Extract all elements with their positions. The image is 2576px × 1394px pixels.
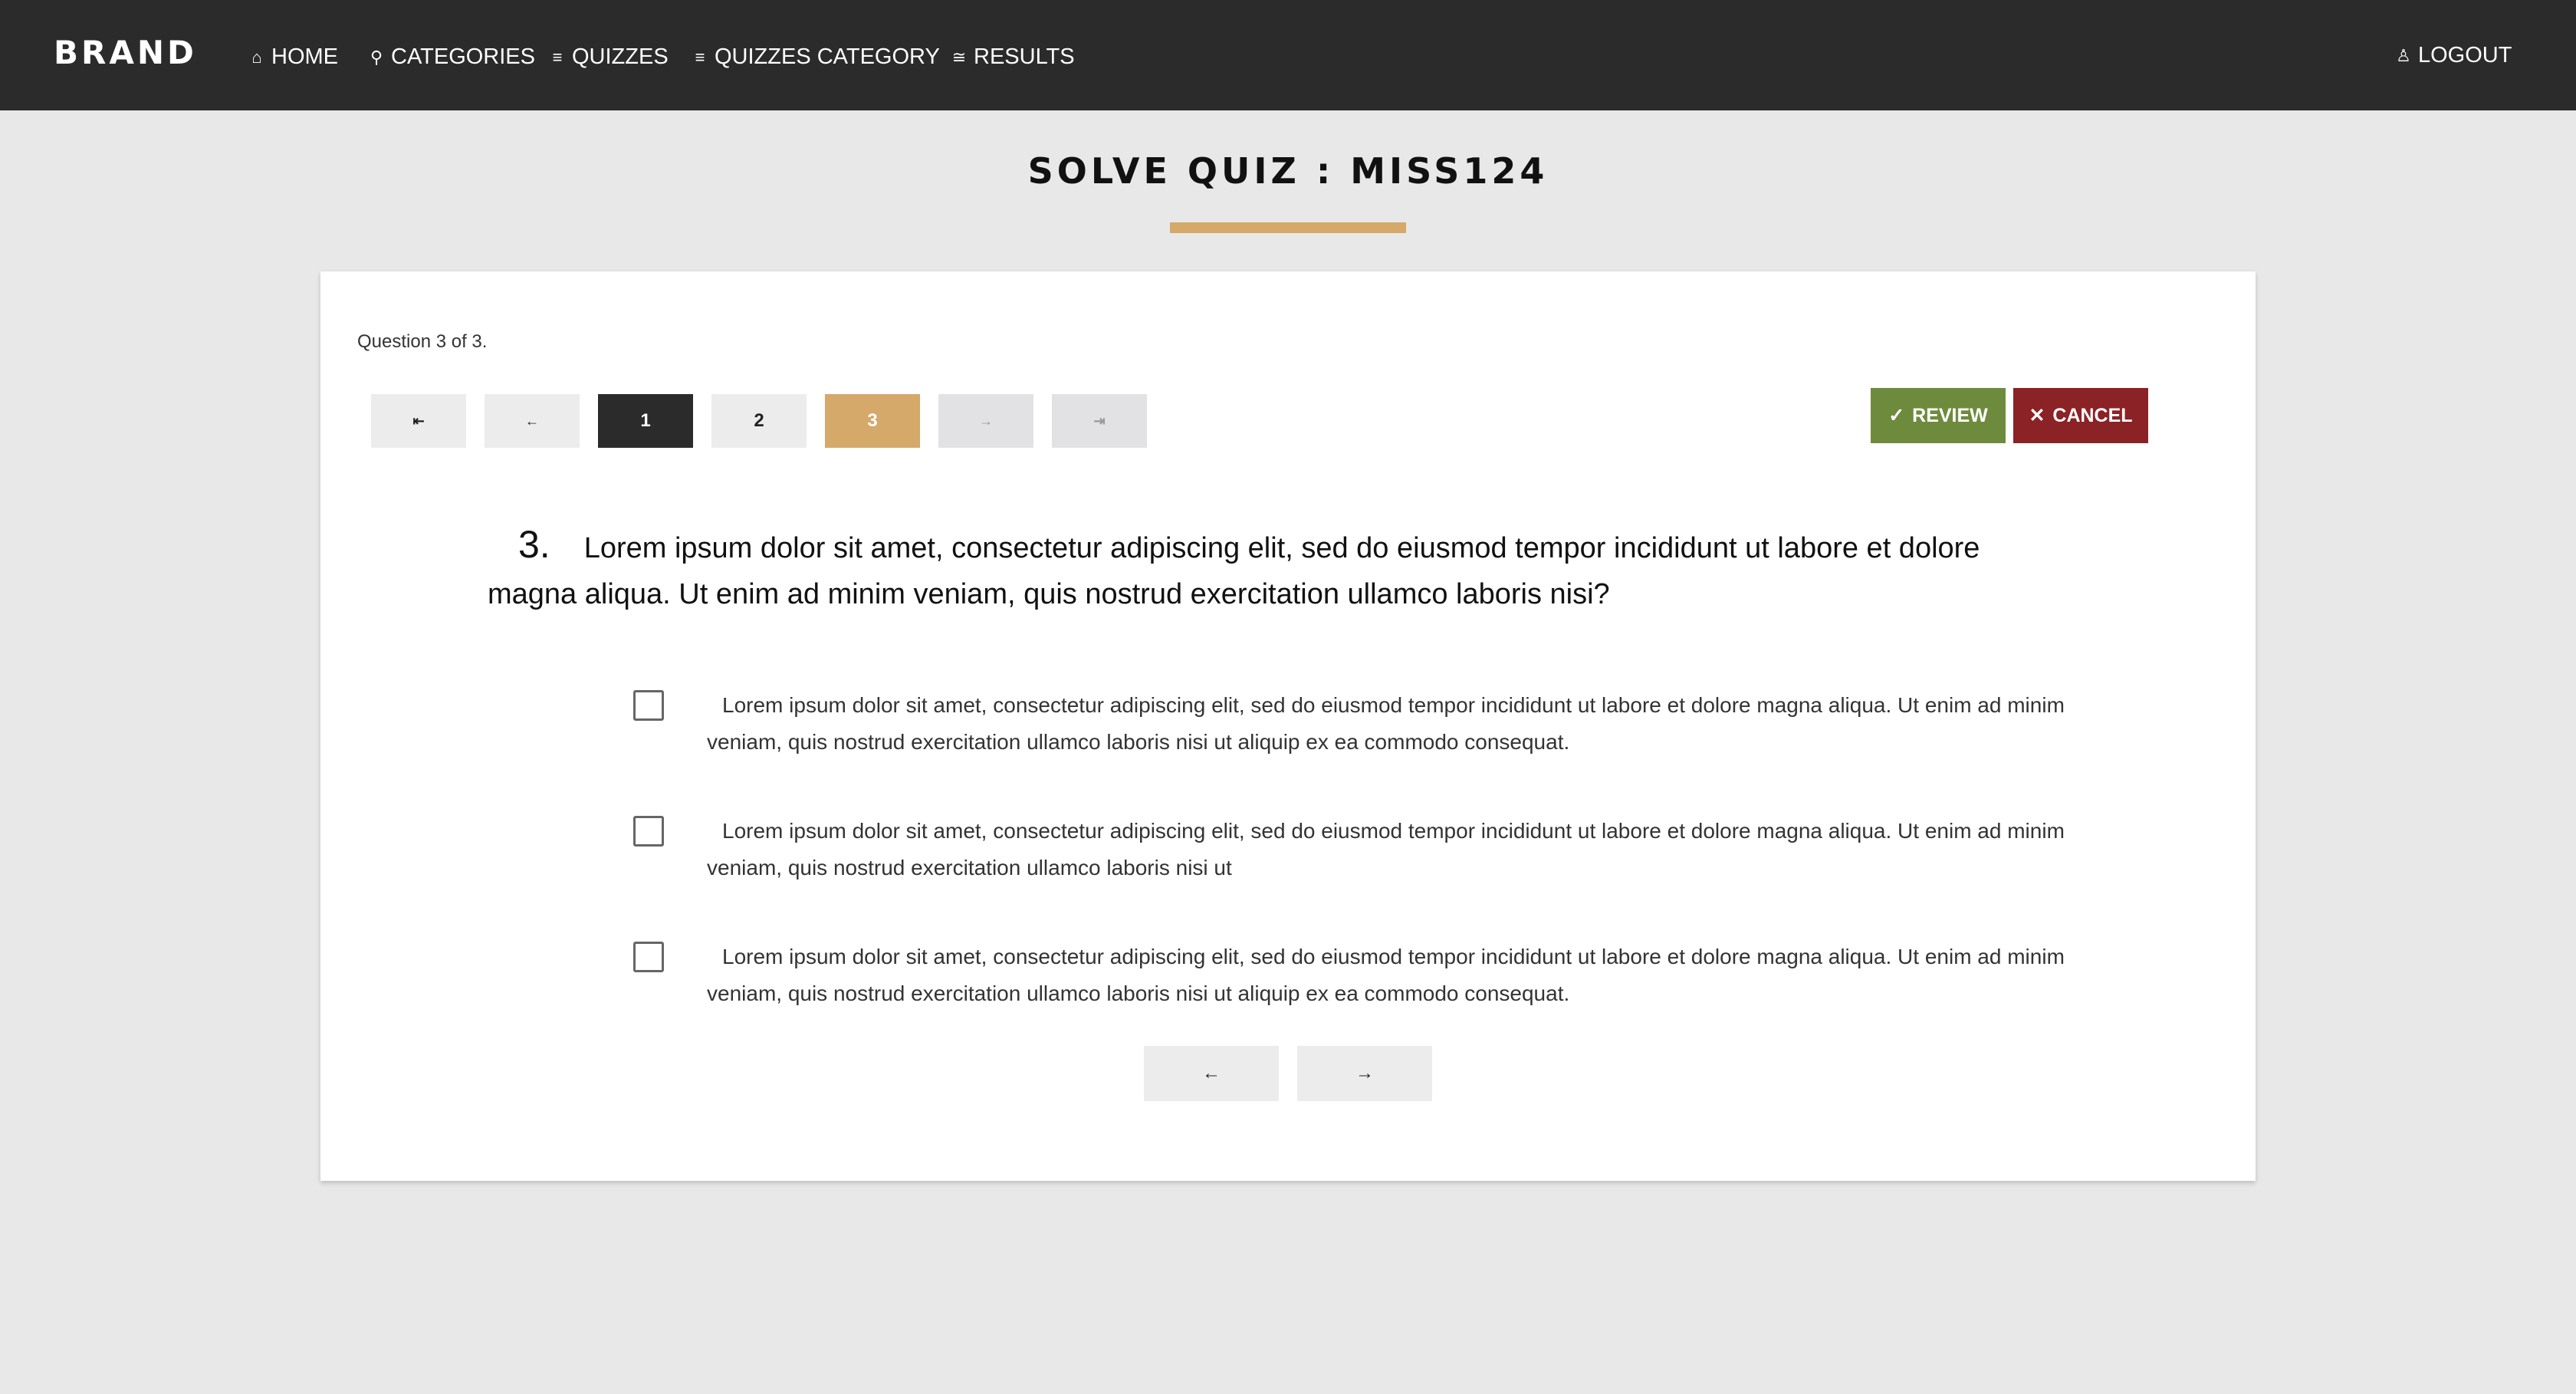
- nav-categories-label: CATEGORIES: [391, 44, 535, 69]
- review-button-label: REVIEW: [1912, 404, 1988, 426]
- arrow-right-icon: →: [1355, 1063, 1374, 1083]
- page-title: SOLVE QUIZ : MISS124: [1027, 150, 1549, 192]
- last-page-icon: ⇥: [1093, 413, 1106, 429]
- results-icon: ≅: [951, 47, 967, 67]
- logout-label: LOGOUT: [2418, 43, 2512, 67]
- pager-next-button[interactable]: →: [938, 394, 1033, 448]
- question-pager: ⇤ ← 1 2 3 → ⇥: [371, 394, 1147, 448]
- arrow-left-icon: ←: [525, 413, 539, 429]
- pager-first-button[interactable]: ⇤: [371, 394, 466, 448]
- next-question-button[interactable]: →: [1297, 1046, 1432, 1101]
- nav-quizzes-link[interactable]: ≡ QUIZZES: [549, 44, 669, 70]
- question-text: Lorem ipsum dolor sit amet, consectetur …: [488, 532, 1980, 610]
- close-icon: ✕: [2029, 405, 2045, 426]
- question-number: 3.: [518, 523, 550, 566]
- nav-categories-link[interactable]: ⚲ CATEGORIES: [368, 44, 535, 70]
- pager-prev-button[interactable]: ←: [485, 394, 580, 448]
- pager-page-3[interactable]: 3: [825, 394, 920, 448]
- review-button[interactable]: ✓ REVIEW: [1871, 388, 2006, 443]
- user-icon: ♙: [2396, 45, 2411, 65]
- top-navbar: BRAND ⌂ HOME ⚲ CATEGORIES ≡ QUIZZES ≡ QU…: [0, 0, 2576, 110]
- answer-checkbox-3[interactable]: [633, 942, 664, 972]
- quiz-card: Question 3 of 3. ⇤ ← 1 2 3 → ⇥ ✓ REVIEW …: [320, 271, 2256, 1181]
- pager-last-button[interactable]: ⇥: [1052, 394, 1147, 448]
- cancel-button-label: CANCEL: [2052, 404, 2133, 426]
- logout-link[interactable]: ♙ LOGOUT: [2395, 43, 2512, 68]
- list-icon: ≡: [552, 47, 563, 67]
- pager-page-1[interactable]: 1: [598, 394, 693, 448]
- previous-question-button[interactable]: ←: [1144, 1046, 1279, 1101]
- answer-checkbox-2[interactable]: [633, 816, 664, 847]
- title-underline: [1170, 222, 1406, 233]
- bottom-navigation: ← →: [1144, 1046, 1432, 1101]
- nav-results-link[interactable]: ≅ RESULTS: [951, 44, 1075, 70]
- answer-text-3: Lorem ipsum dolor sit amet, consectetur …: [707, 945, 2065, 1005]
- cancel-button[interactable]: ✕ CANCEL: [2013, 388, 2148, 443]
- question-text-block: 3. Lorem ipsum dolor sit amet, consectetu…: [488, 521, 2052, 617]
- nav-home-link[interactable]: ⌂ HOME: [248, 44, 338, 70]
- home-icon: ⌂: [251, 47, 262, 67]
- first-page-icon: ⇤: [412, 413, 425, 429]
- nav-quizzes-category-link[interactable]: ≡ QUIZZES CATEGORY: [692, 44, 940, 70]
- nav-quizzes-category-label: QUIZZES CATEGORY: [715, 44, 940, 69]
- pager-page-2[interactable]: 2: [711, 394, 807, 448]
- brand-logo[interactable]: BRAND: [54, 34, 197, 71]
- nav-results-label: RESULTS: [974, 44, 1075, 69]
- arrow-left-icon: ←: [1202, 1063, 1221, 1083]
- nav-quizzes-label: QUIZZES: [572, 44, 669, 69]
- question-progress: Question 3 of 3.: [357, 331, 488, 352]
- list-icon: ≡: [695, 47, 705, 67]
- pin-icon: ⚲: [370, 47, 383, 67]
- arrow-right-icon: →: [979, 413, 993, 429]
- check-icon: ✓: [1888, 405, 1905, 426]
- answer-checkbox-1[interactable]: [633, 690, 664, 721]
- nav-home-label: HOME: [271, 44, 338, 69]
- answer-text-2: Lorem ipsum dolor sit amet, consectetur …: [707, 819, 2065, 879]
- answer-text-1: Lorem ipsum dolor sit amet, consectetur …: [707, 693, 2065, 754]
